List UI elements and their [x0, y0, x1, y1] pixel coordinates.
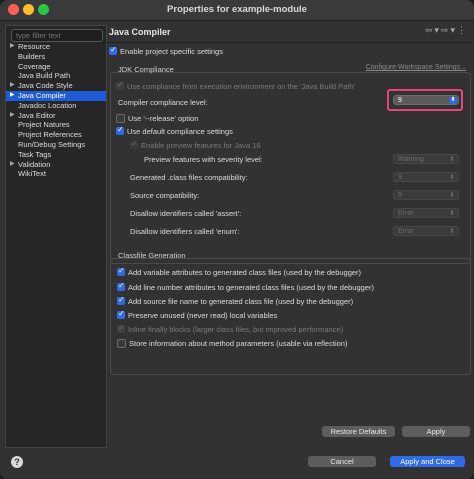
chevron-right-icon[interactable]: ▶: [10, 91, 15, 101]
back-arrow-icon[interactable]: ⇦: [425, 25, 435, 35]
enable-project-settings-checkbox[interactable]: Enable project specific settings: [109, 45, 223, 56]
enum-label: Disallow identifiers called 'enum':: [130, 227, 240, 236]
checkbox-checked[interactable]: [117, 281, 125, 292]
chevron-right-icon[interactable]: ▶: [10, 111, 15, 121]
use-compliance-env-checkbox[interactable]: Use compliance from execution environmen…: [116, 80, 355, 91]
checkbox-unchecked[interactable]: [117, 338, 126, 348]
jdk-compliance-label: JDK Compliance: [118, 65, 174, 74]
enum-select[interactable]: Error: [393, 226, 459, 237]
configure-workspace-link[interactable]: Configure Workspace Settings...: [366, 64, 466, 71]
sidebar-item-coverage[interactable]: Coverage: [6, 62, 106, 72]
cf-line-checkbox[interactable]: Add line number attributes to generated …: [117, 281, 374, 292]
preference-page: Java Compiler ⇦▾⇨▾⋮ Enable project speci…: [106, 20, 474, 445]
updown-arrows-icon: ⬍: [449, 97, 457, 104]
apply-and-close-button[interactable]: Apply and Close: [390, 456, 465, 467]
cf-store-params-checkbox[interactable]: Store information about method parameter…: [117, 338, 347, 348]
checkbox-checked[interactable]: [117, 309, 125, 320]
sidebar-item-wikitext[interactable]: WikiText: [6, 169, 106, 179]
checkbox-unchecked[interactable]: [116, 113, 125, 123]
property-tree: ▶ Resource Builders Coverage Java Build P…: [6, 42, 106, 179]
cancel-button[interactable]: Cancel: [308, 456, 376, 467]
sidebar-item-java-compiler[interactable]: ▶ Java Compiler: [6, 90, 106, 101]
enable-preview-checkbox[interactable]: Enable preview features for Java 16: [130, 139, 261, 150]
checkbox-checked[interactable]: [116, 125, 124, 136]
properties-dialog: Properties for example-module type filte…: [0, 0, 474, 479]
menu-icon[interactable]: ⋮: [457, 25, 468, 35]
assert-select[interactable]: Error: [393, 208, 459, 219]
chevron-right-icon[interactable]: ▶: [10, 160, 15, 170]
classfile-generation-label: Classfile Generation: [118, 251, 186, 260]
checkbox-checked[interactable]: [109, 45, 117, 56]
sidebar-item-validation[interactable]: ▶ Validation: [6, 160, 106, 170]
cf-source-checkbox[interactable]: Add source file name to generated class …: [117, 295, 353, 306]
checkbox-disabled: [116, 80, 124, 91]
source-compat-select[interactable]: 9: [393, 190, 459, 201]
filter-input[interactable]: type filter text: [11, 29, 103, 42]
apply-button[interactable]: Apply: [402, 426, 470, 437]
sidebar-item-builders[interactable]: Builders: [6, 52, 106, 62]
history-navigation: ⇦▾⇨▾⋮: [425, 25, 468, 36]
preview-severity-label: Preview features with severity level:: [144, 155, 263, 164]
sidebar-item-run-debug-settings[interactable]: Run/Debug Settings: [6, 140, 106, 150]
sidebar-item-java-build-path[interactable]: Java Build Path: [6, 71, 106, 81]
source-compat-label: Source compatibility:: [130, 191, 200, 200]
sidebar-item-resource[interactable]: ▶ Resource: [6, 42, 106, 52]
compliance-level-select[interactable]: 9 ⬍: [393, 95, 459, 105]
class-compat-select[interactable]: 9: [393, 172, 459, 183]
cf-preserve-checkbox[interactable]: Preserve unused (never read) local varia…: [117, 309, 277, 320]
sidebar-item-project-natures[interactable]: Project Natures: [6, 120, 106, 130]
page-title: Java Compiler: [109, 27, 171, 37]
checkbox-disabled: [117, 323, 125, 334]
sidebar-item-java-code-style[interactable]: ▶ Java Code Style: [6, 81, 106, 91]
checkbox-checked[interactable]: [117, 266, 125, 277]
checkbox-checked[interactable]: [117, 295, 125, 306]
sidebar-item-javadoc-location[interactable]: Javadoc Location: [6, 101, 106, 111]
title-bar: Properties for example-module: [0, 0, 474, 21]
sidebar: type filter text ▶ Resource Builders Cove…: [5, 25, 107, 448]
cf-inline-checkbox[interactable]: Inline finally blocks (larger class file…: [117, 323, 343, 334]
assert-label: Disallow identifiers called 'assert':: [130, 209, 242, 218]
chevron-right-icon[interactable]: ▶: [10, 81, 15, 91]
help-icon[interactable]: ?: [11, 456, 23, 468]
compliance-level-label: Compiler compliance level:: [118, 98, 208, 107]
window-title: Properties for example-module: [167, 4, 307, 15]
class-compat-label: Generated .class files compatibility:: [130, 173, 248, 182]
preview-severity-select[interactable]: Warning: [393, 154, 459, 165]
default-compliance-checkbox[interactable]: Use default compliance settings: [116, 125, 233, 136]
chevron-right-icon[interactable]: ▶: [10, 42, 15, 52]
restore-defaults-button[interactable]: Restore Defaults: [322, 426, 395, 437]
header-divider: [106, 42, 474, 43]
release-option-checkbox[interactable]: Use '--release' option: [116, 113, 198, 123]
sidebar-item-project-references[interactable]: Project References: [6, 130, 106, 140]
checkbox-disabled: [130, 139, 138, 150]
cf-variable-checkbox[interactable]: Add variable attributes to generated cla…: [117, 266, 361, 277]
sidebar-item-task-tags[interactable]: Task Tags: [6, 150, 106, 160]
sidebar-item-java-editor[interactable]: ▶ Java Editor: [6, 111, 106, 121]
